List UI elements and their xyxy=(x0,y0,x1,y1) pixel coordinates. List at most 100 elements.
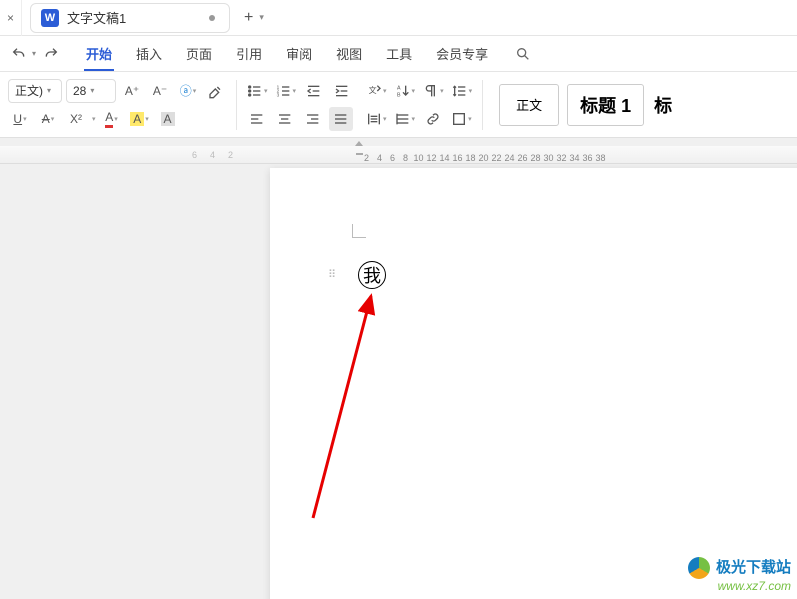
indent-marker[interactable] xyxy=(354,141,364,151)
svg-text:A: A xyxy=(397,85,401,91)
menu-items: 开始 插入 页面 引用 审阅 视图 工具 会员专享 xyxy=(74,36,500,71)
site-logo-icon xyxy=(688,557,710,579)
search-button[interactable] xyxy=(510,41,536,67)
ruler-tick: 18 xyxy=(464,153,477,163)
style-name-value: 正文) xyxy=(15,82,43,99)
chevron-down-icon: ▾ xyxy=(90,86,94,95)
ruby-button[interactable]: ⓐ▾ xyxy=(176,79,200,103)
ruler-tick: 34 xyxy=(568,153,581,163)
superscript-button[interactable]: X² xyxy=(64,107,88,131)
numbering-button[interactable]: 123▾ xyxy=(274,79,299,103)
increase-font-button[interactable]: A⁺ xyxy=(120,79,144,103)
decrease-font-button[interactable]: A⁻ xyxy=(148,79,172,103)
menu-member[interactable]: 会员专享 xyxy=(424,36,500,71)
shading-button[interactable]: ▾ xyxy=(449,107,474,131)
tab-stops-button[interactable]: ▾ xyxy=(393,107,418,131)
ruler-tick: 12 xyxy=(425,153,438,163)
highlight-button[interactable]: A▾ xyxy=(128,107,152,131)
ruler-tick: 14 xyxy=(438,153,451,163)
undo-dropdown-icon[interactable]: ▾ xyxy=(32,49,36,58)
underline-button[interactable]: U▾ xyxy=(8,107,32,131)
svg-text:文: 文 xyxy=(369,85,377,95)
ruler-tick: 32 xyxy=(555,153,568,163)
hanging-indent-icon[interactable] xyxy=(356,153,363,155)
menu-insert[interactable]: 插入 xyxy=(124,36,174,71)
ribbon-toolbar: 正文) ▾ 28 ▾ A⁺ A⁻ ⓐ▾ U▾ A▾ X² ▾ A▾ A▾ A xyxy=(0,72,797,138)
tab-title: 文字文稿1 xyxy=(67,8,197,27)
watermark: 极光下载站 www.xz7.com xyxy=(688,557,791,593)
menu-bar: ▾ 开始 插入 页面 引用 审阅 视图 工具 会员专享 xyxy=(0,36,797,72)
decrease-indent-button[interactable] xyxy=(302,79,326,103)
svg-text:B: B xyxy=(397,92,401,98)
circled-character[interactable]: 我 xyxy=(358,261,386,289)
unsaved-dot-icon xyxy=(209,15,215,21)
document-tab[interactable]: W 文字文稿1 xyxy=(30,3,230,33)
ruler-tick: 38 xyxy=(594,153,607,163)
word-app-icon: W xyxy=(41,9,59,27)
text-direction-button[interactable]: 文▾ xyxy=(364,79,389,103)
chevron-down-icon: ▾ xyxy=(47,86,51,95)
menu-page[interactable]: 页面 xyxy=(174,36,224,71)
ruler-tick: 2 xyxy=(228,150,233,160)
paragraph-handle-icon[interactable]: ⠿ xyxy=(328,268,337,281)
show-marks-button[interactable]: ▾ xyxy=(421,79,446,103)
site-url: www.xz7.com xyxy=(688,579,791,593)
strikethrough-button[interactable]: A▾ xyxy=(36,107,60,131)
ruler-tick: 30 xyxy=(542,153,555,163)
tab-bar: × W 文字文稿1 + ▾ xyxy=(0,0,797,36)
style-name-dropdown[interactable]: 正文) ▾ xyxy=(8,79,62,103)
menu-view[interactable]: 视图 xyxy=(324,36,374,71)
menu-reference[interactable]: 引用 xyxy=(224,36,274,71)
increase-indent-button[interactable] xyxy=(330,79,354,103)
ruler-tick: 16 xyxy=(451,153,464,163)
redo-button[interactable] xyxy=(38,41,64,67)
style-heading1[interactable]: 标题 1 xyxy=(567,84,644,126)
menu-start[interactable]: 开始 xyxy=(74,36,124,71)
styles-panel: 正文 标题 1 标 xyxy=(487,84,674,126)
menu-review[interactable]: 审阅 xyxy=(274,36,324,71)
ruler-tick: 6 xyxy=(386,153,399,163)
horizontal-ruler[interactable]: 2 4 6 8 10 12 14 16 18 20 22 24 26 28 30… xyxy=(255,146,797,164)
clear-format-button[interactable] xyxy=(204,79,228,103)
line-spacing-button[interactable]: ▾ xyxy=(450,79,475,103)
menu-tools[interactable]: 工具 xyxy=(374,36,424,71)
align-center-button[interactable] xyxy=(273,107,297,131)
svg-text:3: 3 xyxy=(276,92,279,97)
font-size-value: 28 xyxy=(73,84,86,98)
style-normal[interactable]: 正文 xyxy=(499,84,559,126)
document-page[interactable]: ⠿ 我 xyxy=(270,168,797,599)
ruler-tick: 6 xyxy=(192,150,197,160)
char-shading-button[interactable]: A xyxy=(156,107,180,131)
distribute-button[interactable]: ▾ xyxy=(364,107,389,131)
new-tab-button[interactable]: + ▾ xyxy=(244,9,264,27)
undo-button[interactable] xyxy=(6,41,32,67)
sort-button[interactable]: AB▾ xyxy=(393,79,418,103)
font-size-dropdown[interactable]: 28 ▾ xyxy=(66,79,116,103)
circled-text: 我 xyxy=(363,262,381,288)
workspace: 6 4 2 2 4 6 8 10 12 14 16 18 20 22 24 26… xyxy=(0,138,797,599)
annotation-arrow-icon xyxy=(303,288,393,528)
font-color-button[interactable]: A▾ xyxy=(100,107,124,131)
align-right-button[interactable] xyxy=(301,107,325,131)
chevron-down-icon[interactable]: ▾ xyxy=(92,115,96,123)
bullets-button[interactable]: ▾ xyxy=(245,79,270,103)
site-name: 极光下载站 xyxy=(716,559,791,577)
ruler-tick: 8 xyxy=(399,153,412,163)
ruler-tick: 22 xyxy=(490,153,503,163)
plus-icon: + xyxy=(244,9,253,27)
first-line-indent-icon[interactable] xyxy=(355,141,363,146)
divider xyxy=(482,80,483,130)
style-heading-cut[interactable]: 标 xyxy=(652,84,674,126)
ruler-tick: 28 xyxy=(529,153,542,163)
ruler-negative[interactable]: 6 4 2 xyxy=(0,146,255,164)
align-left-button[interactable] xyxy=(245,107,269,131)
chevron-down-icon[interactable]: ▾ xyxy=(259,12,264,23)
ruler-tick: 4 xyxy=(210,150,215,160)
align-justify-button[interactable] xyxy=(329,107,353,131)
prev-tab-close-icon[interactable]: × xyxy=(0,0,22,36)
ruler-tick: 26 xyxy=(516,153,529,163)
divider xyxy=(236,80,237,130)
ruler-tick: 36 xyxy=(581,153,594,163)
ruler-tick: 20 xyxy=(477,153,490,163)
link-button[interactable] xyxy=(421,107,445,131)
